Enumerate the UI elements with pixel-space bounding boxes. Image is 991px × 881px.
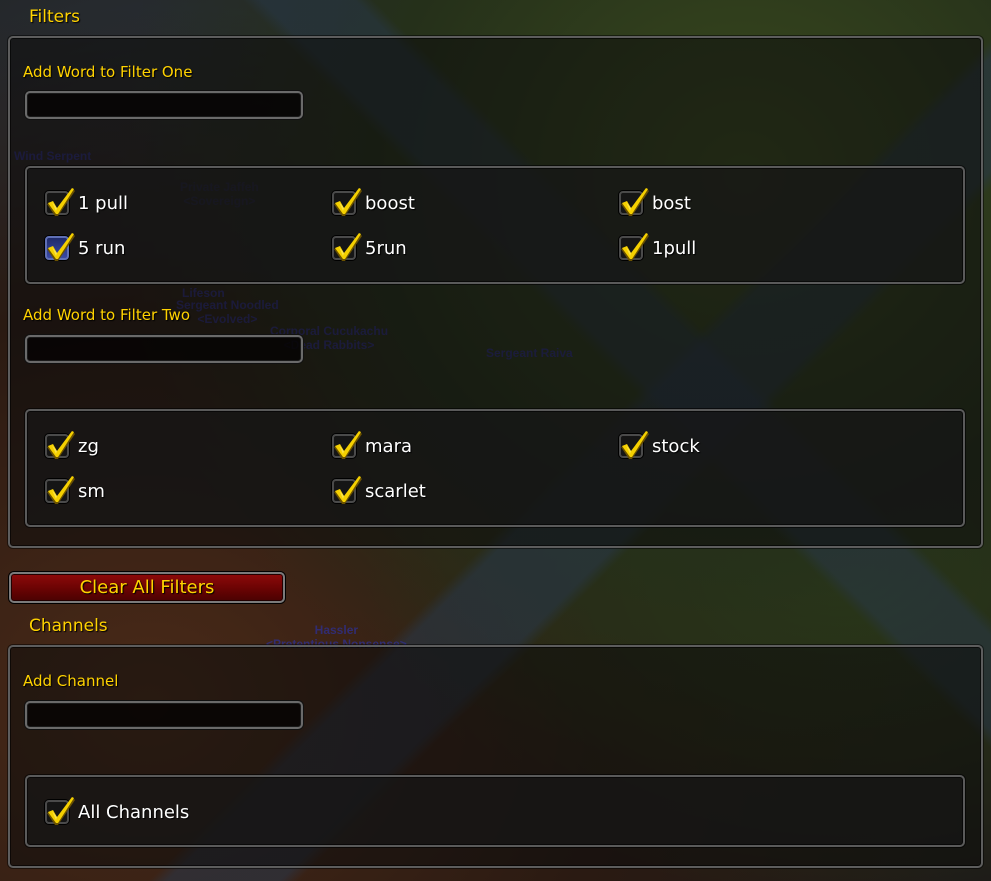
checkbox[interactable]	[45, 476, 75, 504]
checkbox-label: boost	[365, 192, 415, 214]
checkbox[interactable]	[45, 797, 75, 825]
check-mark-icon	[47, 233, 75, 261]
checkbox[interactable]	[332, 476, 362, 504]
filter-two-word-checkbox[interactable]: scarlet	[332, 476, 426, 504]
filter-one-words-panel	[25, 166, 965, 284]
check-mark-icon	[47, 797, 75, 825]
filter-two-input[interactable]	[25, 335, 303, 363]
checkbox-label: bost	[652, 192, 691, 214]
checkbox[interactable]	[45, 188, 75, 216]
checkbox-label: sm	[78, 480, 105, 502]
check-mark-icon	[334, 188, 362, 216]
filters-title: Filters	[29, 7, 80, 27]
channels-title: Channels	[29, 616, 108, 636]
filter-one-word-checkbox[interactable]: bost	[619, 188, 691, 216]
filter-one-word-checkbox[interactable]: boost	[332, 188, 415, 216]
checkbox-label: 1pull	[652, 237, 697, 259]
check-mark-icon	[47, 431, 75, 459]
check-mark-icon	[47, 476, 75, 504]
filter-one-label: Add Word to Filter One	[23, 63, 193, 81]
checkbox[interactable]	[332, 431, 362, 459]
check-mark-icon	[621, 233, 649, 261]
filter-two-word-checkbox[interactable]: stock	[619, 431, 700, 459]
filter-two-words-panel	[25, 409, 965, 527]
check-mark-icon	[334, 233, 362, 261]
filter-one-input[interactable]	[25, 91, 303, 119]
checkbox-label: scarlet	[365, 480, 426, 502]
add-channel-input[interactable]	[25, 701, 303, 729]
filter-two-word-checkbox[interactable]: sm	[45, 476, 105, 504]
checkbox[interactable]	[619, 188, 649, 216]
checkbox[interactable]	[332, 188, 362, 216]
check-mark-icon	[621, 188, 649, 216]
checkbox[interactable]	[45, 233, 75, 261]
clear-all-filters-button[interactable]: Clear All Filters	[9, 572, 285, 603]
check-mark-icon	[621, 431, 649, 459]
checkbox-label: 1 pull	[78, 192, 129, 214]
filter-one-word-checkbox[interactable]: 1 pull	[45, 188, 129, 216]
checkbox[interactable]	[619, 431, 649, 459]
filter-two-word-checkbox[interactable]: zg	[45, 431, 99, 459]
channel-checkbox[interactable]: All Channels	[45, 797, 190, 825]
check-mark-icon	[47, 188, 75, 216]
checkbox[interactable]	[332, 233, 362, 261]
nameplate-name: Hassler	[314, 623, 359, 637]
checkbox-label: 5 run	[78, 237, 126, 259]
filter-one-word-checkbox[interactable]: 5run	[332, 233, 407, 261]
filter-two-word-checkbox[interactable]: mara	[332, 431, 412, 459]
checkbox-label: zg	[78, 435, 99, 457]
checkbox[interactable]	[45, 431, 75, 459]
check-mark-icon	[334, 431, 362, 459]
checkbox[interactable]	[619, 233, 649, 261]
checkbox-label: mara	[365, 435, 412, 457]
filter-two-label: Add Word to Filter Two	[23, 306, 190, 324]
checkbox-label: stock	[652, 435, 700, 457]
add-channel-label: Add Channel	[23, 672, 119, 690]
filter-one-word-checkbox[interactable]: 5 run	[45, 233, 126, 261]
checkbox-label: All Channels	[78, 801, 190, 823]
checkbox-label: 5run	[365, 237, 407, 259]
filter-one-word-checkbox[interactable]: 1pull	[619, 233, 697, 261]
check-mark-icon	[334, 476, 362, 504]
